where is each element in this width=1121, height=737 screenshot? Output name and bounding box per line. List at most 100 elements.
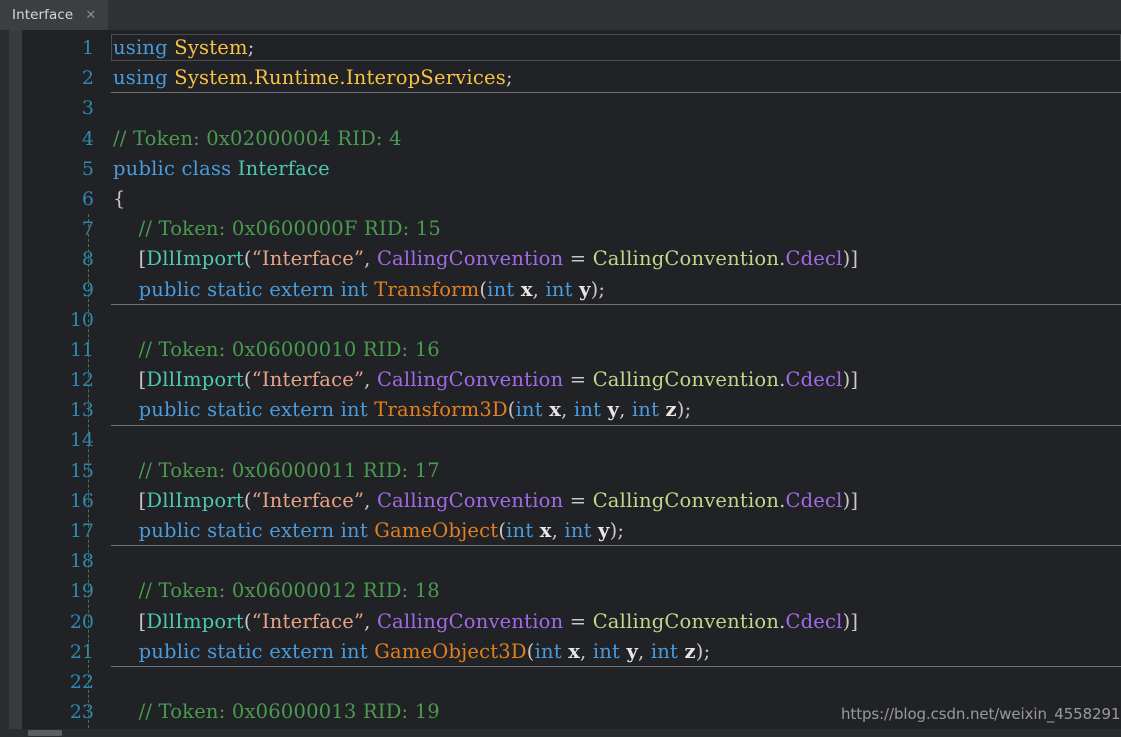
editor-surface[interactable]: 1 using System; 2 using System.Runtime.Inte…: [22, 30, 1121, 729]
code-text[interactable]: [DllImport(“Interface”, CallingConventio…: [113, 486, 858, 516]
code-text[interactable]: public class Interface: [113, 154, 330, 184]
code-token: // Token: 0x06000010 RID: 16: [138, 337, 440, 361]
code-text[interactable]: public static extern int GameObject3D(in…: [113, 637, 711, 667]
code-token: int: [340, 277, 368, 301]
close-icon[interactable]: ✕: [83, 8, 98, 23]
code-line[interactable]: 9 public static extern int Transform(int…: [22, 275, 1121, 305]
code-line[interactable]: 6{: [22, 184, 1121, 214]
code-token: ,: [638, 639, 651, 663]
line-number: 12: [69, 369, 94, 392]
code-line[interactable]: 16 [DllImport(“Interface”, CallingConven…: [22, 486, 1121, 516]
code-line[interactable]: 17 public static extern int GameObject(i…: [22, 516, 1121, 546]
code-token: ,: [532, 277, 546, 301]
code-token: x: [568, 639, 581, 663]
code-text[interactable]: // Token: 0x06000010 RID: 16: [113, 335, 440, 365]
line-number: 14: [69, 429, 94, 452]
line-number: 13: [69, 399, 94, 422]
code-token: static: [207, 639, 263, 663]
code-token: int: [631, 398, 660, 422]
code-text[interactable]: // Token: 0x06000011 RID: 17: [113, 456, 440, 486]
code-token: DllImport: [146, 247, 244, 271]
code-text[interactable]: using System.Runtime.InteropServices;: [113, 63, 513, 93]
line-number: 7: [81, 218, 94, 241]
code-token: int: [487, 277, 515, 301]
code-line[interactable]: 13 public static extern int Transform3D(…: [22, 395, 1121, 425]
code-line[interactable]: 19 // Token: 0x06000012 RID: 18: [22, 576, 1121, 606]
code-text[interactable]: // Token: 0x06000013 RID: 19: [113, 697, 440, 727]
code-line[interactable]: 21 public static extern int GameObject3D…: [22, 637, 1121, 667]
code-line[interactable]: 18: [22, 546, 1121, 576]
code-line[interactable]: 23 // Token: 0x06000013 RID: 19: [22, 697, 1121, 727]
code-line[interactable]: 15 // Token: 0x06000011 RID: 17: [22, 456, 1121, 486]
code-text[interactable]: using System;: [113, 33, 255, 63]
code-token: y: [607, 398, 620, 422]
code-line[interactable]: 22: [22, 667, 1121, 697]
code-token: DllImport: [146, 488, 244, 512]
code-token: int: [545, 277, 573, 301]
code-token: =: [563, 368, 593, 392]
code-token: class: [181, 156, 232, 180]
code-token: ,: [364, 247, 377, 271]
code-line[interactable]: 14: [22, 425, 1121, 455]
line-number: 9: [81, 278, 94, 301]
code-line[interactable]: 1 using System;: [22, 33, 1121, 63]
code-token: ;: [247, 36, 255, 59]
code-text[interactable]: [DllImport(“Interface”, CallingConventio…: [113, 244, 858, 274]
code-token: )]: [842, 247, 859, 271]
code-line[interactable]: 11 // Token: 0x06000010 RID: 16: [22, 335, 1121, 365]
code-token: =: [563, 609, 593, 633]
code-line[interactable]: 5 public class Interface: [22, 154, 1121, 184]
line-number: 10: [69, 308, 94, 331]
code-text[interactable]: public static extern int Transform3D(int…: [113, 395, 692, 425]
code-token: extern: [269, 519, 335, 542]
editor-left-strip: [0, 30, 9, 729]
code-token: public: [138, 639, 201, 663]
code-line[interactable]: 4 // Token: 0x02000004 RID: 4: [22, 124, 1121, 154]
code-text[interactable]: public static extern int GameObject(int …: [113, 516, 624, 546]
code-token: (: [243, 247, 252, 271]
code-token: public: [138, 398, 201, 422]
code-viewer-window: Interface ✕ 1 using System; 2 using System.…: [0, 0, 1121, 737]
line-number: 4: [81, 127, 94, 150]
code-text[interactable]: {: [113, 184, 126, 214]
line-number: 22: [69, 670, 94, 693]
code-token: static: [207, 519, 263, 542]
code-line[interactable]: 10: [22, 305, 1121, 335]
code-token: x: [539, 519, 552, 542]
code-text[interactable]: public static extern int Transform(int x…: [113, 275, 605, 305]
code-line[interactable]: 12 [DllImport(“Interface”, CallingConven…: [22, 365, 1121, 395]
code-line[interactable]: 2 using System.Runtime.InteropServices;: [22, 63, 1121, 93]
code-line[interactable]: 7 // Token: 0x0600000F RID: 15: [22, 214, 1121, 244]
horizontal-scrollbar[interactable]: [0, 729, 1121, 737]
code-token: );: [695, 639, 711, 663]
code-text[interactable]: // Token: 0x0600000F RID: 15: [113, 214, 441, 244]
code-token: static: [207, 277, 263, 301]
code-text[interactable]: [DllImport(“Interface”, CallingConventio…: [113, 365, 858, 395]
code-text[interactable]: [DllImport(“Interface”, CallingConventio…: [113, 607, 858, 637]
code-text[interactable]: // Token: 0x06000012 RID: 18: [113, 576, 440, 606]
horizontal-scrollbar-thumb[interactable]: [28, 730, 62, 736]
code-token: CallingConvention: [592, 609, 780, 633]
code-token: DllImport: [146, 368, 244, 392]
code-token: int: [592, 639, 621, 663]
editor-marker-gutter[interactable]: [9, 30, 22, 729]
code-token: y: [626, 639, 639, 663]
code-text[interactable]: // Token: 0x02000004 RID: 4: [113, 124, 402, 154]
code-editor[interactable]: 1 using System; 2 using System.Runtime.Inte…: [0, 30, 1121, 729]
code-line[interactable]: 20 [DllImport(“Interface”, CallingConven…: [22, 607, 1121, 637]
line-number: 8: [81, 248, 94, 271]
tab-interface[interactable]: Interface ✕: [0, 0, 109, 30]
line-number: 1: [81, 37, 94, 59]
tab-label: Interface: [12, 7, 74, 23]
code-token: public: [113, 156, 176, 180]
code-token: {: [113, 186, 126, 210]
line-number: 16: [69, 489, 94, 512]
code-line[interactable]: 8 [DllImport(“Interface”, CallingConvent…: [22, 244, 1121, 274]
code-line[interactable]: 3: [22, 93, 1121, 123]
code-token: int: [650, 639, 679, 663]
code-token: // Token: 0x06000013 RID: 19: [138, 700, 440, 724]
